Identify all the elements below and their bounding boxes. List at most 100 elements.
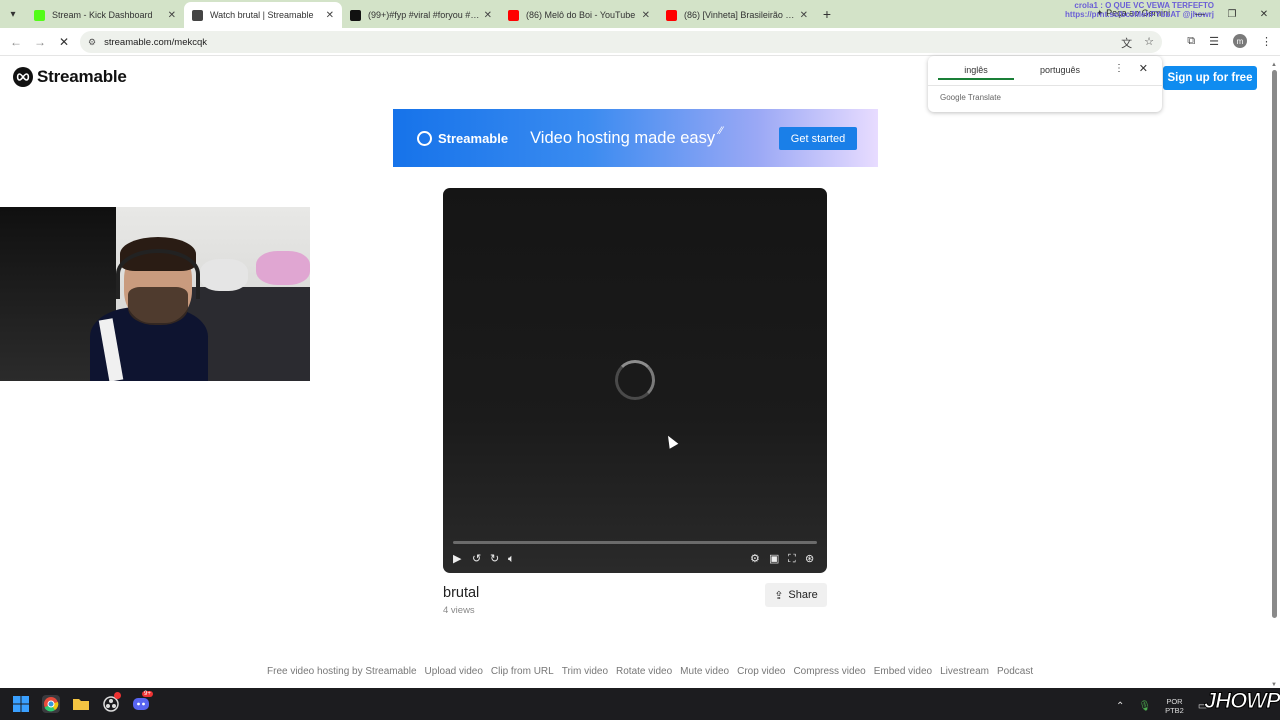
translate-icon[interactable]: ⽂ [1121, 35, 1132, 51]
video-player[interactable]: ▶ ↺ ↻ 🔈︎ ⚙ ▣ ⛶ ⊛ [443, 188, 827, 573]
bookmark-star-icon[interactable]: ☆ [1144, 35, 1154, 51]
back-button[interactable]: ← [4, 35, 28, 49]
browser-tab[interactable]: (86) [Vinheta] Brasileirão 2013 ✕ [658, 2, 816, 28]
tiktok-icon [350, 9, 361, 21]
toolbar-actions: ⧉ ☰ m ⋮ [1187, 34, 1272, 48]
tab-close-icon[interactable]: ✕ [800, 10, 808, 21]
stop-loading-button[interactable]: ✕ [52, 35, 76, 49]
footer-link[interactable]: Free video hosting by Streamable [267, 666, 417, 677]
profile-avatar[interactable]: m [1233, 34, 1247, 48]
kick-icon [34, 9, 45, 21]
translate-close-icon[interactable]: ✕ [1139, 62, 1148, 75]
volume-icon[interactable]: 🔈︎ [508, 552, 515, 566]
extensions-icon[interactable]: ⧉ [1187, 35, 1195, 48]
footer-link[interactable]: Crop video [737, 666, 785, 677]
tab-close-icon[interactable]: ✕ [484, 10, 492, 21]
footer-link[interactable]: Livestream [940, 666, 989, 677]
share-label: Share [788, 589, 818, 601]
scrollbar-thumb[interactable] [1272, 70, 1277, 618]
headset-icon [116, 249, 200, 299]
rewind-icon[interactable]: ↺ [472, 552, 481, 566]
window-controls: — ❐ ✕ [1184, 0, 1280, 28]
scroll-up-icon[interactable]: ▲ [1271, 62, 1277, 68]
tab-close-icon[interactable]: ✕ [326, 10, 334, 21]
video-progress-bar[interactable] [453, 541, 817, 544]
browser-menu-icon[interactable]: ⋮ [1261, 35, 1272, 48]
browser-tab[interactable]: Watch brutal | Streamable ✕ [184, 2, 342, 28]
promo-banner[interactable]: Streamable Video hosting made easy ⁄⁄ Ge… [393, 109, 878, 167]
translate-divider [928, 85, 1162, 86]
translate-popup: inglês português ⋮ ✕ Google Translate [928, 56, 1162, 112]
forward-button[interactable]: → [28, 35, 52, 49]
share-button[interactable]: ⇪ Share [765, 583, 827, 607]
media-control-icon[interactable]: ☰ [1209, 35, 1219, 48]
translate-options-icon[interactable]: ⋮ [1114, 63, 1124, 74]
footer-link[interactable]: Podcast [997, 666, 1033, 677]
translate-tab-source[interactable]: inglês [938, 62, 1014, 80]
lang-line-1: POR [1166, 697, 1183, 706]
logo-text: Streamable [37, 67, 127, 86]
tab-close-icon[interactable]: ✕ [642, 10, 650, 21]
new-tab-button[interactable]: + [816, 6, 838, 22]
footer-link[interactable]: Upload video [425, 666, 483, 677]
notification-dot [114, 692, 121, 699]
picture-in-picture-icon[interactable]: ▣ [769, 552, 779, 566]
sign-up-button[interactable]: Sign up for free [1163, 66, 1257, 90]
banner-logo-icon [417, 130, 432, 146]
language-indicator[interactable]: POR PTB2 [1165, 697, 1184, 715]
settings-icon[interactable]: ⚙ [750, 552, 760, 566]
forward-icon[interactable]: ↻ [490, 552, 499, 566]
streamable-player-logo-icon[interactable]: ⊛ [805, 552, 814, 566]
system-tray: ⌃ 🎙︎ POR PTB2 ▭ [1116, 697, 1207, 715]
obs-icon[interactable] [102, 692, 121, 713]
footer-link[interactable]: Rotate video [616, 666, 672, 677]
lang-line-2: PTB2 [1165, 706, 1184, 715]
browser-toolbar: ← → ✕ ⚙ streamable.com/mekcqk ⽂ ☆ ⧉ ☰ m … [0, 28, 1280, 56]
footer-link[interactable]: Trim video [562, 666, 608, 677]
tab-label: (99+)#fyp #viral #foryou #jhow [368, 10, 480, 20]
tab-search-button[interactable]: ▾ [0, 0, 26, 28]
chevron-up-icon[interactable]: ⌃ [1116, 701, 1124, 712]
get-started-button[interactable]: Get started [779, 127, 857, 150]
restore-button[interactable]: ❐ [1216, 9, 1248, 20]
streamable-icon [192, 9, 203, 21]
translate-brand: Google Translate [940, 93, 1001, 102]
loading-spinner-icon [615, 360, 655, 400]
footer-link[interactable]: Embed video [874, 666, 932, 677]
url-text: streamable.com/mekcqk [104, 36, 208, 48]
chrome-taskbar-icon[interactable] [42, 695, 60, 713]
footer-links: Free video hosting by Streamable Upload v… [267, 666, 1033, 677]
footer-link[interactable]: Clip from URL [491, 666, 554, 677]
webcam-pillow [200, 259, 248, 291]
share-icon: ⇪ [774, 589, 784, 602]
streamable-logo[interactable]: Streamable [13, 67, 127, 87]
site-info-icon[interactable]: ⚙ [88, 37, 96, 48]
translate-language-tabs: inglês português [938, 62, 1098, 80]
tab-label: (86) [Vinheta] Brasileirão 2013 [684, 10, 796, 20]
browser-tab[interactable]: (99+)#fyp #viral #foryou #jhow ✕ [342, 2, 500, 28]
file-explorer-icon[interactable] [72, 695, 90, 713]
discord-icon[interactable]: 9+ [132, 691, 153, 713]
fullscreen-icon[interactable]: ⛶ [788, 552, 796, 566]
address-bar[interactable]: ⚙ streamable.com/mekcqk ⽂ ☆ [80, 31, 1162, 53]
banner-brand: Streamable [438, 130, 509, 146]
translate-tab-target[interactable]: português [1022, 62, 1098, 80]
page-scrollbar[interactable]: ▲ ▼ [1270, 62, 1278, 688]
windows-start-icon[interactable] [12, 695, 30, 713]
close-window-button[interactable]: ✕ [1248, 9, 1280, 20]
footer-link[interactable]: Mute video [680, 666, 729, 677]
tab-label: Watch brutal | Streamable [210, 10, 314, 20]
play-icon[interactable]: ▶ [453, 552, 461, 566]
footer-link[interactable]: Compress video [793, 666, 865, 677]
tab-label: Stream - Kick Dashboard [52, 10, 153, 20]
chevron-down-icon: ▾ [10, 8, 16, 20]
browser-tab[interactable]: (86) Melô do Boi - YouTube ✕ [500, 2, 658, 28]
microphone-icon[interactable]: 🎙︎ [1138, 701, 1151, 712]
sparkle-icon: ⁄⁄ [719, 125, 723, 137]
streamable-logo-icon [13, 67, 33, 87]
minimize-button[interactable]: — [1184, 9, 1216, 20]
windows-taskbar: 9+ ⌃ 🎙︎ POR PTB2 ▭ [0, 688, 1280, 720]
browser-tab[interactable]: Stream - Kick Dashboard ✕ [26, 2, 184, 28]
browser-window: ▾ Stream - Kick Dashboard ✕ Watch brutal |… [0, 0, 1280, 720]
tab-close-icon[interactable]: ✕ [168, 10, 176, 21]
